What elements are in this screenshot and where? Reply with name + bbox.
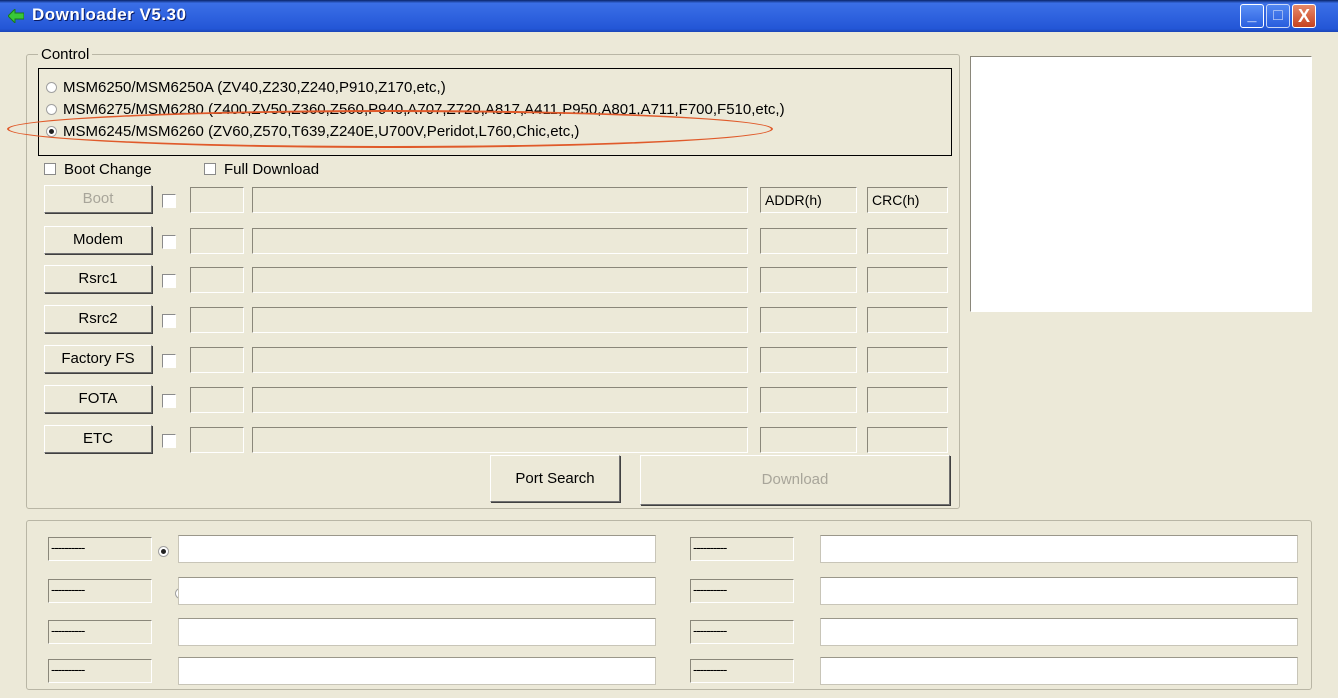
window-title: Downloader V5.30 (32, 5, 187, 24)
port-info-field[interactable] (178, 577, 656, 605)
file-path-field[interactable] (252, 427, 748, 453)
file-type-button[interactable]: ETC (44, 425, 152, 453)
file-type-button[interactable]: Rsrc2 (44, 305, 152, 333)
maximize-button[interactable]: □ (1266, 4, 1290, 28)
boot-change-label: Boot Change (64, 160, 152, 178)
file-type-button[interactable]: Boot (44, 185, 152, 213)
row-size-field (190, 187, 244, 213)
model-radio[interactable] (46, 103, 57, 115)
port-info-field[interactable] (820, 657, 1298, 685)
crc-header: CRC(h) (867, 187, 948, 213)
row-size-field (190, 307, 244, 333)
full-download-option[interactable]: Full Download (204, 158, 319, 180)
addr-field (760, 347, 857, 373)
row-enable-checkbox[interactable] (162, 354, 176, 368)
row-enable-checkbox[interactable] (162, 434, 176, 448)
full-download-label: Full Download (224, 160, 320, 178)
file-path-field[interactable] (252, 267, 748, 293)
file-path-field[interactable] (252, 187, 748, 213)
port-status-field: ---------- (48, 620, 152, 644)
crc-field (867, 267, 948, 293)
row-enable-checkbox[interactable] (162, 194, 176, 208)
close-button[interactable]: X (1292, 4, 1316, 28)
row-size-field (190, 347, 244, 373)
file-path-field[interactable] (252, 228, 748, 254)
port-status-field: ---------- (690, 620, 794, 644)
app-icon (8, 9, 24, 23)
full-download-checkbox[interactable] (204, 163, 216, 175)
port-info-field[interactable] (178, 535, 656, 563)
crc-field (867, 347, 948, 373)
model-radio[interactable] (46, 81, 57, 93)
port-info-field[interactable] (820, 535, 1298, 563)
addr-field (760, 307, 857, 333)
port-status-field: ---------- (690, 659, 794, 683)
title-bar[interactable]: Downloader V5.30 _ □ X (0, 0, 1338, 32)
boot-change-option[interactable]: Boot Change (44, 158, 152, 180)
control-legend: Control (38, 46, 93, 63)
row-enable-checkbox[interactable] (162, 394, 176, 408)
file-type-button[interactable]: FOTA (44, 385, 152, 413)
row-size-field (190, 267, 244, 293)
log-panel[interactable] (970, 56, 1312, 312)
crc-field (867, 228, 948, 254)
file-type-button[interactable]: Rsrc1 (44, 265, 152, 293)
file-path-field[interactable] (252, 307, 748, 333)
file-path-field[interactable] (252, 387, 748, 413)
port-status-field: ---------- (690, 579, 794, 603)
row-enable-checkbox[interactable] (162, 314, 176, 328)
row-enable-checkbox[interactable] (162, 274, 176, 288)
addr-header: ADDR(h) (760, 187, 857, 213)
addr-field (760, 387, 857, 413)
row-size-field (190, 387, 244, 413)
port-info-field[interactable] (178, 618, 656, 646)
download-button[interactable]: Download (640, 455, 950, 505)
port-status-field: ---------- (48, 659, 152, 683)
port-info-field[interactable] (820, 618, 1298, 646)
row-size-field (190, 427, 244, 453)
highlight-annotation (7, 110, 773, 148)
port-status-field: ---------- (48, 537, 152, 561)
port-info-field[interactable] (820, 577, 1298, 605)
file-path-field[interactable] (252, 347, 748, 373)
row-size-field (190, 228, 244, 254)
port-status-field: ---------- (690, 537, 794, 561)
port-info-field[interactable] (178, 657, 656, 685)
addr-field (760, 267, 857, 293)
model-option[interactable]: MSM6250/MSM6250A (ZV40,Z230,Z240,P910,Z1… (46, 76, 946, 98)
file-type-button[interactable]: Modem (44, 226, 152, 254)
crc-field (867, 307, 948, 333)
file-type-button[interactable]: Factory FS (44, 345, 152, 373)
crc-field (867, 387, 948, 413)
addr-field (760, 427, 857, 453)
addr-field (760, 228, 857, 254)
row-enable-checkbox[interactable] (162, 235, 176, 249)
port-status-field: ---------- (48, 579, 152, 603)
boot-change-checkbox[interactable] (44, 163, 56, 175)
minimize-button[interactable]: _ (1240, 4, 1264, 28)
model-label: MSM6250/MSM6250A (ZV40,Z230,Z240,P910,Z1… (63, 78, 446, 96)
port-radio[interactable] (158, 546, 169, 557)
crc-field (867, 427, 948, 453)
port-search-button[interactable]: Port Search (490, 455, 620, 502)
